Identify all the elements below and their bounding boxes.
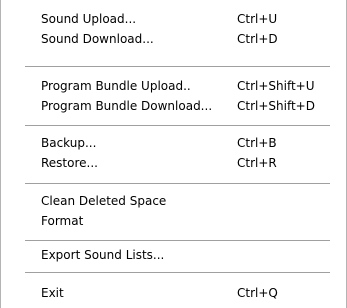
menu-item-label: Program Bundle Upload..: [41, 79, 191, 93]
menu-item-backup[interactable]: Backup... Ctrl+B: [2, 133, 346, 153]
menu-item-shortcut: Ctrl+Shift+D: [237, 99, 315, 113]
menu-item-label: Sound Upload...: [41, 12, 137, 26]
menu-item-label: Clean Deleted Space: [41, 194, 167, 208]
menu-item-sound-upload[interactable]: Sound Upload... Ctrl+U: [2, 9, 346, 29]
menu-separator: [25, 125, 330, 126]
menu-separator: [25, 272, 330, 273]
menu-item-label: Restore...: [41, 156, 98, 170]
menu-item-restore[interactable]: Restore... Ctrl+R: [2, 153, 346, 173]
menu-item-exit[interactable]: Exit Ctrl+Q: [2, 283, 346, 303]
menu-item-shortcut: Ctrl+Shift+U: [237, 79, 315, 93]
menu-item-program-bundle-upload[interactable]: Program Bundle Upload.. Ctrl+Shift+U: [2, 76, 346, 96]
menu-item-shortcut: Ctrl+B: [237, 136, 277, 150]
menu-item-label: Backup...: [41, 136, 97, 150]
menu-separator: [25, 240, 330, 241]
file-menu: Sound Upload... Ctrl+U Sound Download...…: [0, 0, 347, 308]
menu-item-label: Sound Download...: [41, 32, 154, 46]
menu-item-shortcut: Ctrl+R: [237, 156, 277, 170]
menu-item-program-bundle-download[interactable]: Program Bundle Download... Ctrl+Shift+D: [2, 96, 346, 116]
menu-item-shortcut: Ctrl+D: [237, 32, 278, 46]
menu-separator: [25, 66, 330, 67]
menu-item-export-sound-lists[interactable]: Export Sound Lists...: [2, 245, 346, 265]
menu-separator: [25, 183, 330, 184]
menu-item-label: Export Sound Lists...: [41, 248, 165, 262]
menu-item-label: Program Bundle Download...: [41, 99, 213, 113]
menu-item-clean-deleted-space[interactable]: Clean Deleted Space: [2, 191, 346, 211]
menu-item-label: Format: [41, 214, 84, 228]
menu-item-format[interactable]: Format: [2, 211, 346, 231]
menu-item-sound-download[interactable]: Sound Download... Ctrl+D: [2, 29, 346, 49]
menu-item-shortcut: Ctrl+U: [237, 12, 278, 26]
menu-item-shortcut: Ctrl+Q: [237, 286, 278, 300]
menu-item-label: Exit: [41, 286, 64, 300]
